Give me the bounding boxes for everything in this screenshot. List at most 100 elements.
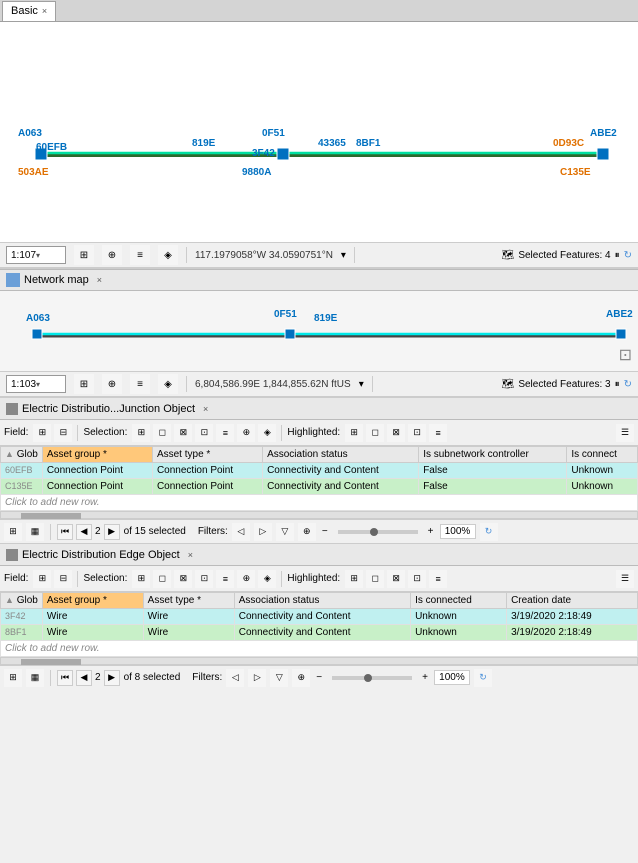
junction-table-wrapper[interactable]: ▲ Glob Asset group * Asset type * Associ… <box>0 446 638 511</box>
jt-grid-view-btn[interactable]: ▦ <box>26 523 44 541</box>
junction-add-row[interactable]: Click to add new row. <box>1 495 638 511</box>
et-filter-1[interactable]: ◁ <box>226 669 244 687</box>
edge-hl-btn-2[interactable]: ◻ <box>366 570 384 588</box>
pause-icon[interactable]: ⏸ <box>615 250 620 261</box>
edge-field-btn-1[interactable]: ⊞ <box>33 570 51 588</box>
jt-filter-4[interactable]: ⊕ <box>298 523 316 541</box>
et-filter-minus: − <box>316 672 322 683</box>
netmap-nav-2[interactable]: ⊕ <box>102 374 122 394</box>
jt-right-btn[interactable]: ☰ <box>616 424 634 442</box>
jt-menu-btn[interactable]: ☰ <box>616 424 634 442</box>
field-btn-2[interactable]: ⊟ <box>54 424 72 442</box>
jt-refresh[interactable]: ↻ <box>480 523 498 541</box>
edge-add-row[interactable]: Click to add new row. <box>1 641 638 657</box>
nav-tool-3[interactable]: ≡ <box>130 245 150 265</box>
et-filter-3[interactable]: ▽ <box>270 669 288 687</box>
edge-table-wrapper[interactable]: ▲ Glob Asset group * Asset type * Associ… <box>0 592 638 657</box>
et-filter-slider[interactable] <box>332 676 412 680</box>
main-map-area[interactable]: A063 60EFB 503AE 819E 0F51 3F42 9880A 43… <box>0 22 638 269</box>
sel-btn-2[interactable]: ◻ <box>153 424 171 442</box>
netmap-zoom-arrow[interactable]: ▾ <box>36 380 40 389</box>
edge-sel-btn-1[interactable]: ⊞ <box>132 570 150 588</box>
jt-table-view-btn[interactable]: ⊞ <box>4 523 22 541</box>
edge-selection-label: Selection: <box>83 573 127 584</box>
et-row2-glob: 8BF1 <box>1 625 43 641</box>
edge-hl-btn-3[interactable]: ⊠ <box>387 570 405 588</box>
et-first-page[interactable]: ⏮ <box>57 670 73 686</box>
sel-btn-4[interactable]: ⊡ <box>195 424 213 442</box>
label-8BF1: 8BF1 <box>356 138 380 149</box>
et-table-view-btn[interactable]: ⊞ <box>4 669 22 687</box>
netmap-nav-4[interactable]: ◈ <box>158 374 178 394</box>
field-label: Field: <box>4 427 28 438</box>
et-sep-1 <box>77 571 78 587</box>
sel-btn-7[interactable]: ◈ <box>258 424 276 442</box>
network-map-canvas[interactable]: A063 0F51 819E ABE2 ⊡ <box>0 291 638 371</box>
network-map-close[interactable]: × <box>97 275 102 285</box>
et-filter-4[interactable]: ⊕ <box>292 669 310 687</box>
hl-btn-4[interactable]: ⊡ <box>408 424 426 442</box>
sel-btn-5[interactable]: ≡ <box>216 424 234 442</box>
table-row[interactable]: 60EFB Connection Point Connection Point … <box>1 463 638 479</box>
edge-table-close[interactable]: × <box>188 550 193 560</box>
main-zoom-box[interactable]: 1:107 ▾ <box>6 246 66 264</box>
sel-btn-6[interactable]: ⊕ <box>237 424 255 442</box>
edge-scrollbar[interactable] <box>0 657 638 665</box>
basic-tab-close[interactable]: × <box>42 6 47 16</box>
sel-btn-3[interactable]: ⊠ <box>174 424 192 442</box>
jt-filter-slider[interactable] <box>338 530 418 534</box>
netmap-nav-1[interactable]: ⊞ <box>74 374 94 394</box>
edge-field-btn-2[interactable]: ⊟ <box>54 570 72 588</box>
jt-filter-3[interactable]: ▽ <box>276 523 294 541</box>
et-refresh[interactable]: ↻ <box>474 669 492 687</box>
et-prev-page[interactable]: ◀ <box>76 670 92 686</box>
edge-sel-icon-6: ⊕ <box>243 573 251 584</box>
netmap-zoom-box[interactable]: 1:103 ▾ <box>6 375 66 393</box>
et-grid-view-btn[interactable]: ▦ <box>26 669 44 687</box>
et-slider-thumb[interactable] <box>364 674 372 682</box>
jt-first-page[interactable]: ⏮ <box>57 524 73 540</box>
main-map-canvas[interactable]: A063 60EFB 503AE 819E 0F51 3F42 9880A 43… <box>0 22 638 242</box>
jt-prev-page[interactable]: ◀ <box>76 524 92 540</box>
junction-table-close[interactable]: × <box>203 404 208 414</box>
field-btn-1[interactable]: ⊞ <box>33 424 51 442</box>
sel-icon-1: ⊞ <box>138 427 146 438</box>
jt-filter-1[interactable]: ◁ <box>232 523 250 541</box>
nav-tool-1[interactable]: ⊞ <box>74 245 94 265</box>
jt-next-page[interactable]: ▶ <box>104 524 120 540</box>
edge-sel-btn-6[interactable]: ⊕ <box>237 570 255 588</box>
jt-filter-plus: + <box>428 526 434 537</box>
basic-tab[interactable]: Basic × <box>2 1 56 21</box>
nav-tool-2[interactable]: ⊕ <box>102 245 122 265</box>
netmap-nav-3[interactable]: ≡ <box>130 374 150 394</box>
edge-hl-btn-4[interactable]: ⊡ <box>408 570 426 588</box>
edge-sel-btn-5[interactable]: ≡ <box>216 570 234 588</box>
junction-scrollbar[interactable] <box>0 511 638 519</box>
sel-btn-1[interactable]: ⊞ <box>132 424 150 442</box>
netmap-coord-arrow[interactable]: ▾ <box>359 379 364 390</box>
edge-sel-btn-2[interactable]: ◻ <box>153 570 171 588</box>
table-row[interactable]: 3F42 Wire Wire Connectivity and Content … <box>1 609 638 625</box>
table-row[interactable]: 8BF1 Wire Wire Connectivity and Content … <box>1 625 638 641</box>
edge-hl-btn-1[interactable]: ⊞ <box>345 570 363 588</box>
nav-tool-4[interactable]: ◈ <box>158 245 178 265</box>
jt-filter-2[interactable]: ▷ <box>254 523 272 541</box>
hl-btn-2[interactable]: ◻ <box>366 424 384 442</box>
zoom-arrow-icon[interactable]: ▾ <box>36 251 40 260</box>
et-menu-btn[interactable]: ☰ <box>616 570 634 588</box>
edge-sel-btn-7[interactable]: ◈ <box>258 570 276 588</box>
hl-btn-3[interactable]: ⊠ <box>387 424 405 442</box>
netmap-refresh-icon[interactable]: ↻ <box>624 379 632 390</box>
hl-btn-5[interactable]: ≡ <box>429 424 447 442</box>
hl-btn-1[interactable]: ⊞ <box>345 424 363 442</box>
netmap-pause-icon[interactable]: ⏸ <box>615 379 620 390</box>
et-next-page[interactable]: ▶ <box>104 670 120 686</box>
coord-arrow-icon[interactable]: ▾ <box>341 250 346 261</box>
edge-hl-btn-5[interactable]: ≡ <box>429 570 447 588</box>
jt-slider-thumb[interactable] <box>370 528 378 536</box>
refresh-icon[interactable]: ↻ <box>624 250 632 261</box>
edge-sel-btn-4[interactable]: ⊡ <box>195 570 213 588</box>
edge-sel-btn-3[interactable]: ⊠ <box>174 570 192 588</box>
table-row[interactable]: C135E Connection Point Connection Point … <box>1 479 638 495</box>
et-filter-2[interactable]: ▷ <box>248 669 266 687</box>
